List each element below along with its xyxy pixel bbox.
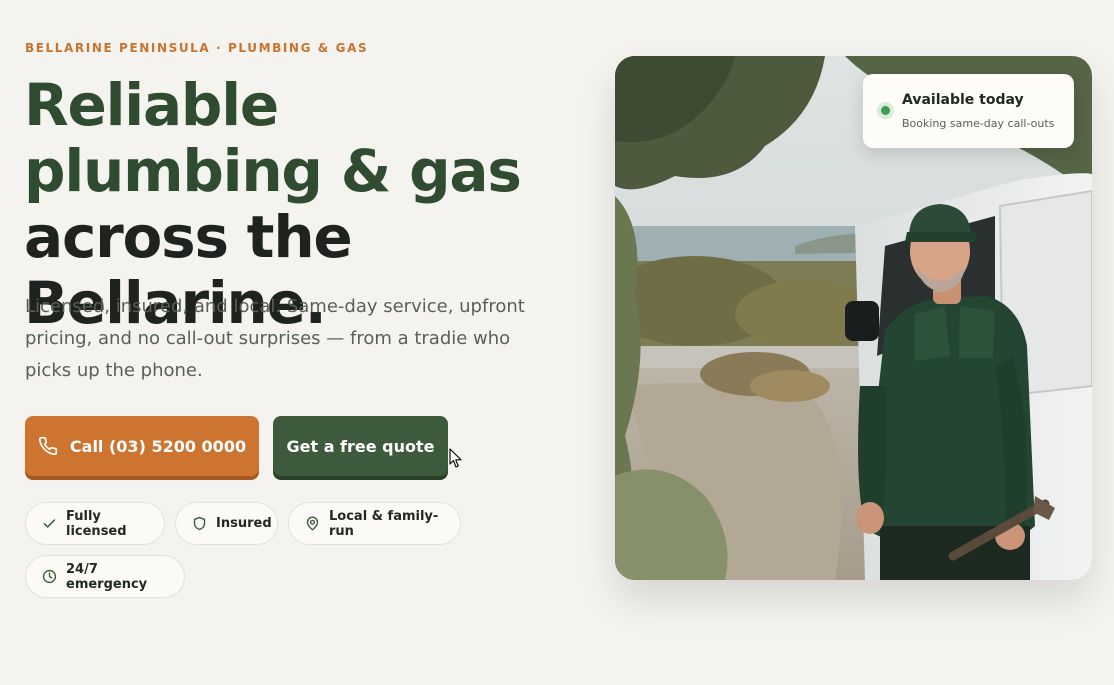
hero-subtext: Licensed, insured, and local. Same-day s… bbox=[25, 296, 525, 381]
badge-label: 24/7 emergency bbox=[66, 561, 148, 592]
badge-insured: Insured bbox=[175, 502, 278, 545]
call-button[interactable]: Call (03) 5200 0000 bbox=[25, 416, 259, 476]
hero-section: BELLARINE PENINSULA · PLUMBING & GAS Rel… bbox=[0, 0, 1114, 685]
badge-label: Fully licensed bbox=[66, 508, 127, 539]
availability-title: Available today bbox=[902, 92, 1024, 108]
badge-label: Insured bbox=[216, 516, 272, 531]
quote-button[interactable]: Get a free quote bbox=[273, 416, 448, 476]
badge-local-family-run: Local & family-run bbox=[288, 502, 461, 545]
quote-button-label: Get a free quote bbox=[286, 436, 435, 456]
shield-icon bbox=[193, 516, 206, 531]
map-pin-icon bbox=[306, 516, 319, 531]
status-dot-icon bbox=[877, 102, 894, 119]
availability-subtitle: Booking same-day call-outs bbox=[902, 117, 1055, 130]
badge-fully-licensed: Fully licensed bbox=[25, 502, 165, 545]
call-button-label: Call (03) 5200 0000 bbox=[69, 436, 247, 456]
badge-24-7-emergency: 24/7 emergency bbox=[25, 555, 185, 598]
phone-icon bbox=[38, 436, 58, 456]
check-icon bbox=[43, 519, 56, 528]
mouse-cursor-icon bbox=[449, 448, 462, 468]
badge-label: Local & family-run bbox=[329, 508, 439, 539]
eyebrow-label: BELLARINE PENINSULA · PLUMBING & GAS bbox=[25, 41, 369, 55]
availability-card: Available today Booking same-day call-ou… bbox=[863, 74, 1074, 148]
clock-icon bbox=[42, 569, 57, 584]
headline-highlight: Reliable plumbing & gas bbox=[24, 71, 522, 205]
